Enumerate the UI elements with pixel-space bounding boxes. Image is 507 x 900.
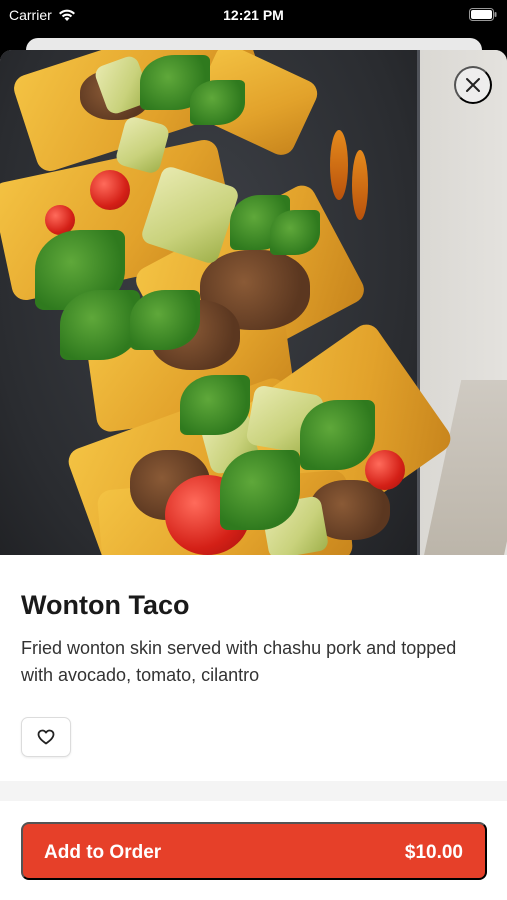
counter-surface [418, 380, 507, 555]
tomato-topping [90, 170, 130, 210]
cilantro-topping [220, 450, 300, 530]
battery-icon [469, 8, 497, 21]
add-to-order-button[interactable]: Add to Order $10.00 [21, 822, 487, 880]
cilantro-topping [130, 290, 200, 350]
cilantro-topping [270, 210, 320, 255]
status-bar: Carrier 12:21 PM [0, 0, 507, 30]
add-to-order-label: Add to Order [44, 842, 162, 863]
cilantro-topping [180, 375, 250, 435]
favorite-button[interactable] [21, 717, 71, 757]
order-footer: Add to Order $10.00 [0, 801, 507, 900]
close-button[interactable] [454, 66, 492, 104]
item-detail-sheet: Wonton Taco Fried wonton skin served wit… [0, 50, 507, 900]
sauce-drizzle [330, 130, 348, 200]
cilantro-topping [300, 400, 375, 470]
sauce-drizzle [352, 150, 368, 220]
section-divider [0, 781, 507, 801]
heart-icon [37, 729, 55, 745]
item-description: Fried wonton skin served with chashu por… [21, 638, 457, 685]
tomato-topping [365, 450, 405, 490]
cilantro-topping [60, 290, 140, 360]
item-price: $10.00 [404, 842, 463, 863]
cilantro-topping [190, 80, 245, 125]
food-photo [0, 50, 507, 555]
close-icon [466, 78, 480, 92]
status-time: 12:21 PM [223, 7, 284, 23]
item-title: Wonton Taco [21, 590, 190, 620]
